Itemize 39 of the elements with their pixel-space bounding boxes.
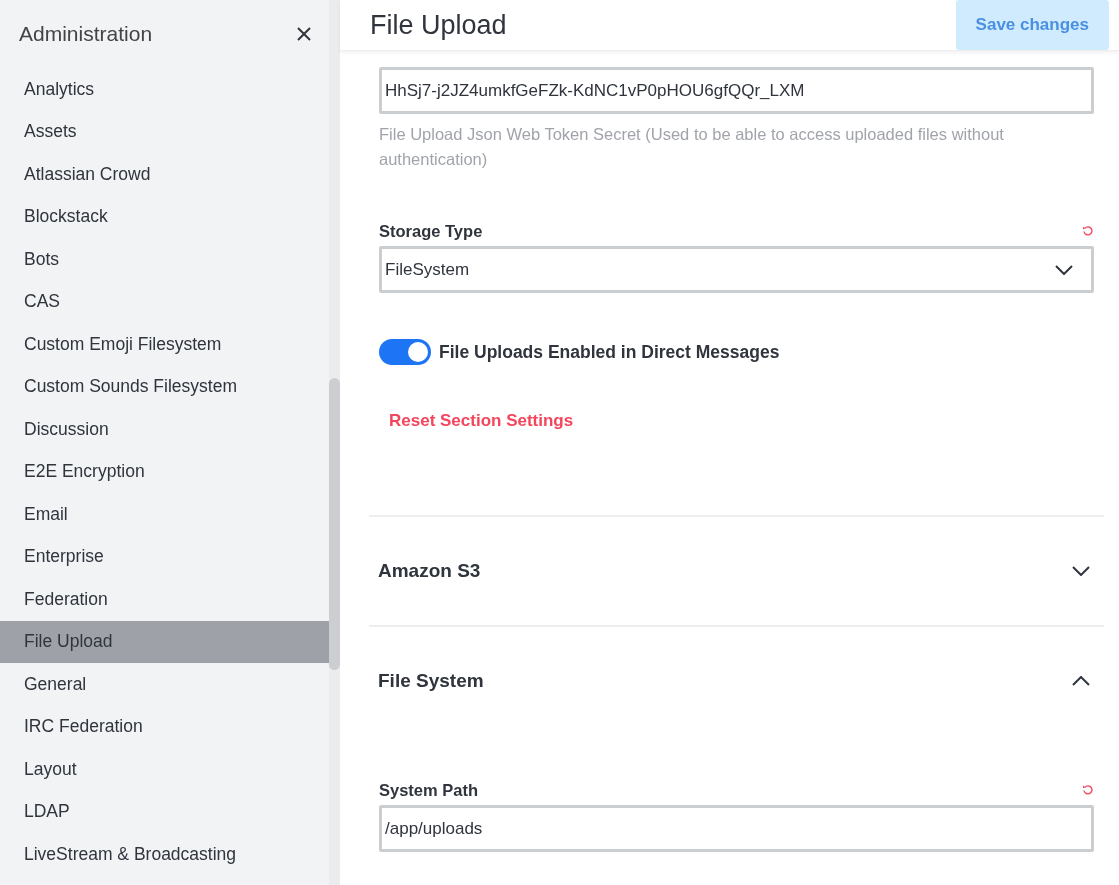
sidebar-item[interactable]: Layout: [0, 748, 329, 791]
sidebar-item[interactable]: Blockstack: [0, 195, 329, 238]
sidebar-item[interactable]: LiveStream & Broadcasting: [0, 833, 329, 876]
chevron-down-icon: [1055, 264, 1073, 275]
scrollbar-thumb[interactable]: [329, 378, 340, 670]
sidebar-item[interactable]: General: [0, 663, 329, 706]
section-title: File System: [378, 670, 484, 692]
close-icon[interactable]: [296, 26, 312, 42]
toggle-label: File Uploads Enabled in Direct Messages: [439, 341, 780, 363]
sidebar-item[interactable]: E2E Encryption: [0, 450, 329, 493]
sidebar-item[interactable]: Bots: [0, 238, 329, 281]
field-label: System Path: [379, 780, 479, 800]
text-field[interactable]: HhSj7-j2JZ4umkfGeFZk-KdNC1vP0pHOU6gfQQr_LXM: [379, 67, 1094, 114]
sidebar-title: Administration: [19, 22, 153, 46]
sidebar-item[interactable]: Analytics: [0, 68, 329, 111]
reset-section-button[interactable]: Reset Section Settings: [387, 407, 576, 435]
sidebar-item[interactable]: Enterprise: [0, 535, 329, 578]
sidebar-item[interactable]: File Upload: [0, 620, 329, 663]
section-header[interactable]: File System: [369, 627, 1104, 735]
sidebar-item[interactable]: Assets: [0, 110, 329, 153]
sidebar-item[interactable]: Custom Emoji Filesystem: [0, 323, 329, 366]
sidebar-item[interactable]: CAS: [0, 280, 329, 323]
reset-icon[interactable]: [1082, 784, 1094, 796]
field-label: Storage Type: [379, 221, 483, 241]
sidebar-item[interactable]: Custom Sounds Filesystem: [0, 365, 329, 408]
sidebar-item[interactable]: LDAP: [0, 790, 329, 833]
storage-select[interactable]: FileSystem: [379, 246, 1094, 293]
text-field[interactable]: /app/uploads: [379, 805, 1094, 852]
sidebar-item[interactable]: Atlassian Crowd: [0, 153, 329, 196]
sidebar-item[interactable]: Email: [0, 493, 329, 536]
field-hint: File Upload Json Web Token Secret (Used to be able to access uploaded files without authentication): [379, 124, 1005, 170]
page-title: File Upload: [370, 9, 507, 41]
sidebar-item[interactable]: Federation: [0, 578, 329, 621]
sidebar-item[interactable]: IRC Federation: [0, 705, 329, 748]
sidebar-item[interactable]: Discussion: [0, 408, 329, 451]
section-header[interactable]: Amazon S3: [369, 517, 1104, 625]
reset-icon[interactable]: [1082, 225, 1094, 237]
section-title: Amazon S3: [378, 560, 481, 582]
toggle-switch[interactable]: [379, 339, 431, 365]
